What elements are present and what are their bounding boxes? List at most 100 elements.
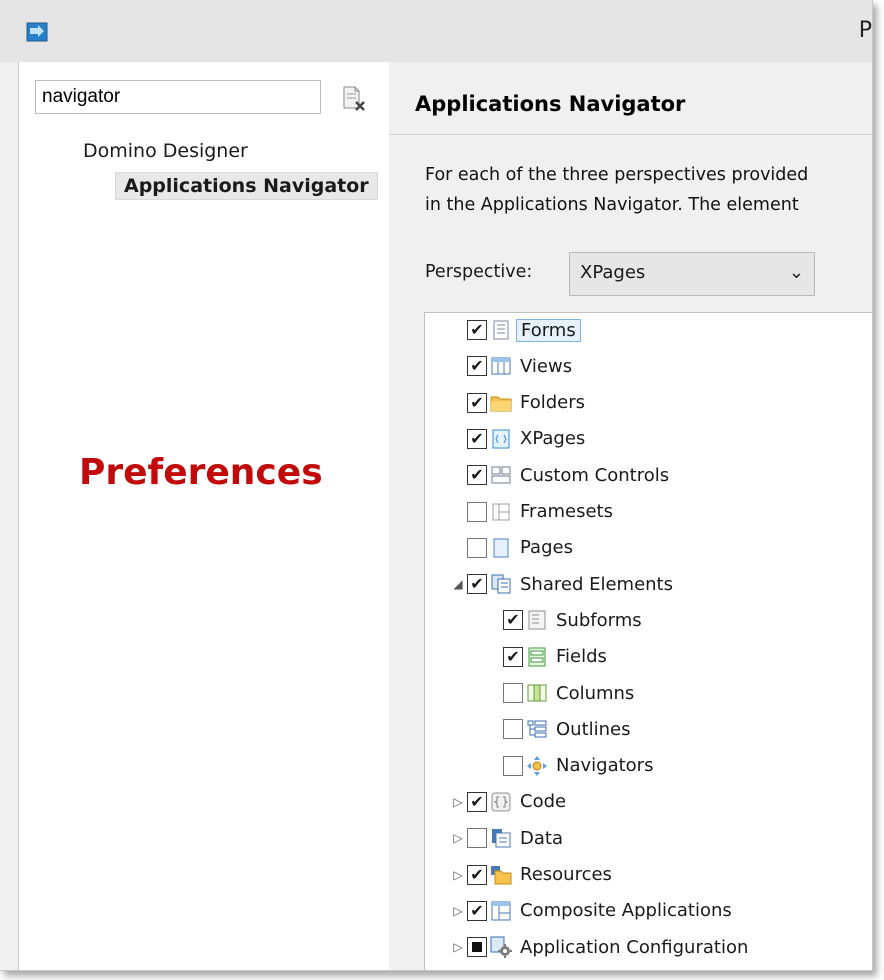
tree-item[interactable]: ▷ Data [449,823,563,853]
composite-app-icon [490,900,512,922]
expand-triangle-icon[interactable]: ▷ [449,932,467,962]
checkbox[interactable] [467,828,487,849]
tree-item[interactable]: Columns [485,678,634,708]
data-icon [490,827,512,849]
code-icon [490,791,512,813]
clear-filter-icon[interactable] [339,84,367,112]
form-icon [490,319,512,341]
checkbox[interactable] [467,537,487,558]
checkbox[interactable] [503,683,523,703]
chevron-down-icon: ⌄ [788,262,804,283]
checkbox[interactable]: ✔ [503,610,523,631]
preference-page: Applications Navigator For each of the t… [389,62,872,970]
checkbox[interactable] [467,501,487,522]
custom-control-icon [490,464,512,486]
tree-item[interactable]: Navigators [485,751,653,781]
tree-item[interactable]: ▷ Application Configuration [449,932,748,962]
tree-item[interactable]: ◢ ✔ Shared Elements [449,569,673,599]
column-icon [526,682,548,704]
checkbox[interactable]: ✔ [467,428,487,449]
preferences-window: P Domino Designer Applications Navigator… [0,0,873,971]
perspective-select[interactable]: XPages ⌄ [569,252,815,296]
page-title: Applications Navigator [415,92,686,116]
perspective-label: Perspective: [425,262,533,282]
checkbox[interactable]: ✔ [467,864,487,885]
tree-item[interactable]: ▷ ✔ Composite Applications [449,896,732,926]
tree-item[interactable]: ✔ XPages [449,424,585,454]
tree-item[interactable]: ✔ Views [449,351,572,381]
tree-item-label: Data [520,827,563,849]
tree-item-label: Folders [520,392,586,414]
checkbox[interactable]: ✔ [467,465,487,486]
checkbox[interactable]: ✔ [467,392,487,413]
checkbox[interactable] [503,719,523,740]
tree-item[interactable]: ✔ Fields [485,642,607,672]
tree-item-label: Subforms [556,609,642,631]
tree-item-label: Navigators [556,755,654,777]
description-line-1: For each of the three perspectives provi… [425,165,809,185]
folder-icon [490,392,512,414]
design-elements-tree[interactable]: ✔ Forms ✔ Views ✔ Folders ✔ XPages ✔ Custom Contr… [424,312,872,970]
tree-item-label: Forms [516,318,581,342]
checkbox[interactable]: ✔ [467,900,487,921]
expand-triangle-icon[interactable]: ▷ [449,896,467,926]
tree-item-domino-designer[interactable]: Domino Designer [83,140,248,162]
tree-item-label: Views [520,355,573,377]
tree-item-label: XPages [520,428,586,450]
navigator-icon [526,755,548,777]
xpage-icon [490,428,512,450]
view-icon [490,355,512,377]
divider [389,134,872,135]
tree-item[interactable]: Outlines [485,714,631,744]
filter-input[interactable] [35,80,321,114]
checkbox[interactable]: ✔ [467,791,487,812]
outline-icon [526,718,548,740]
checkbox[interactable]: ✔ [467,574,487,595]
tree-item-label: Resources [520,864,612,885]
expand-triangle-icon[interactable]: ▷ [449,787,467,817]
checkbox[interactable]: ✔ [467,356,487,377]
tree-item[interactable]: Pages [449,533,573,563]
subform-icon [526,609,548,631]
collapse-triangle-icon[interactable]: ◢ [449,569,467,599]
tree-item[interactable]: ▷ ✔ Code [449,787,566,817]
tree-item-label: Composite Applications [520,900,732,922]
perspective-value: XPages [580,262,646,283]
tree-item[interactable]: Framesets [449,497,613,527]
description-line-2: in the Applications Navigator. The eleme… [425,195,799,215]
preferences-watermark: Preferences [79,452,323,493]
frameset-icon [490,501,512,523]
app-config-icon [490,936,512,959]
tree-item-label: Outlines [556,718,631,740]
tree-item-label: Shared Elements [520,573,673,595]
tree-item-applications-navigator[interactable]: Applications Navigator [115,172,378,200]
expand-triangle-icon[interactable]: ▷ [449,860,467,890]
expand-triangle-icon[interactable]: ▷ [449,823,467,853]
app-icon [26,22,48,42]
tree-item-label: Columns [556,682,635,704]
checkbox[interactable] [467,937,487,958]
checkbox[interactable] [503,755,523,776]
shared-elements-icon [490,573,512,595]
tree-item[interactable]: ✔ Folders [449,388,585,418]
resources-icon [490,864,512,886]
tree-item-label: Custom Controls [520,464,670,486]
tree-item[interactable]: ▷ ✔ Resources [449,860,612,890]
preferences-nav-pane: Domino Designer Applications Navigator P… [18,62,390,970]
window-title: P [858,18,872,43]
field-icon [526,646,548,668]
tree-item-label: Pages [520,537,573,559]
tree-item[interactable]: ✔ Forms [449,315,581,345]
checkbox[interactable]: ✔ [467,320,487,340]
tree-item[interactable]: ✔ Subforms [485,605,642,635]
tree-item[interactable]: ✔ Custom Controls [449,460,669,490]
checkbox[interactable]: ✔ [503,646,523,667]
